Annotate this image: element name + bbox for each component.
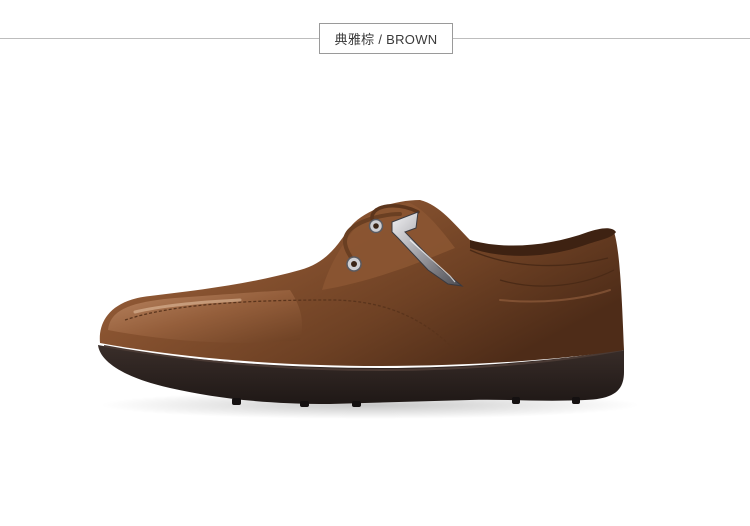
product-detail-section: 典雅棕 / BROWN xyxy=(0,0,750,526)
brown-leather-shoe-icon xyxy=(98,200,640,419)
color-name-label: 典雅棕 / BROWN xyxy=(319,23,453,54)
